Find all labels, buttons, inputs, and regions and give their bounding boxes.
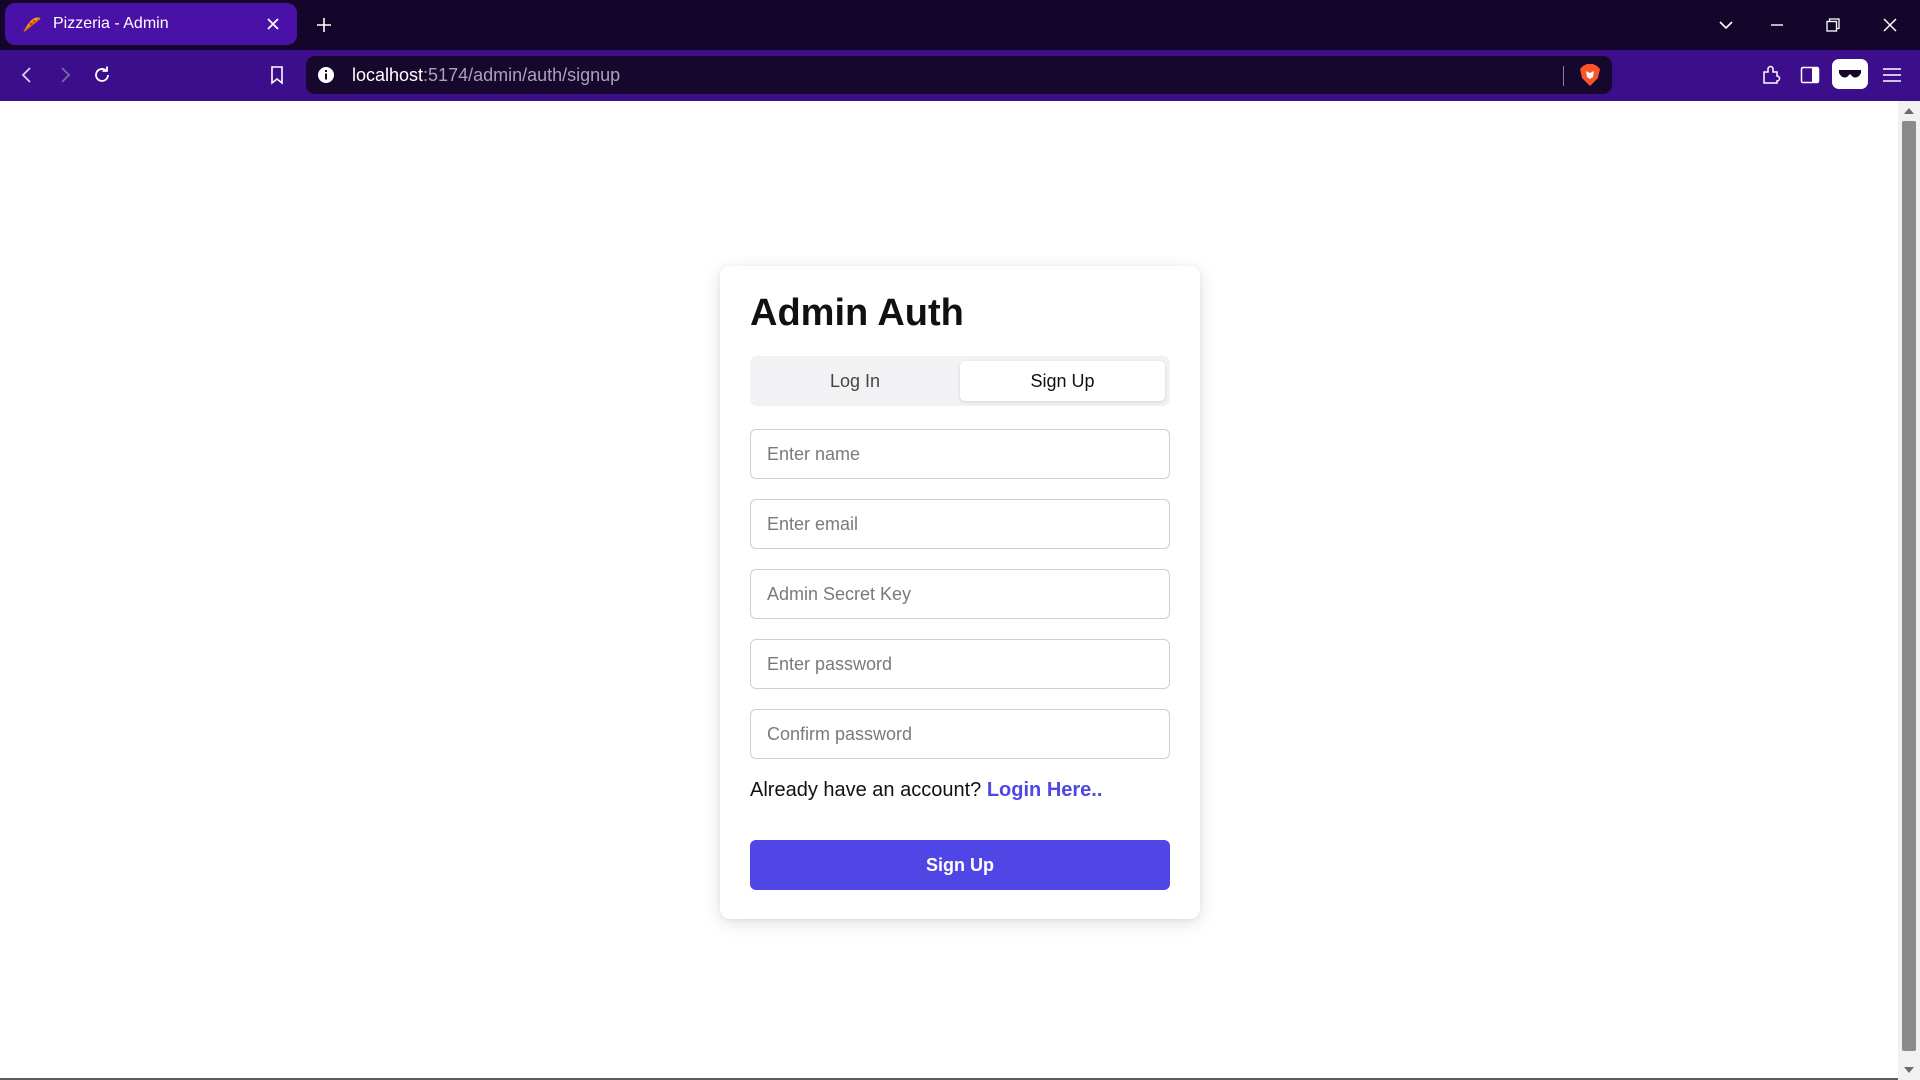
sidebar-icon[interactable] bbox=[1797, 62, 1823, 88]
login-prompt-text: Already have an account? bbox=[750, 779, 982, 801]
tab-sign-up[interactable]: Sign Up bbox=[960, 361, 1165, 401]
admin-secret-key-field[interactable] bbox=[750, 569, 1170, 619]
address-bar[interactable]: localhost:5174/admin/auth/signup bbox=[306, 56, 1612, 94]
scroll-up-arrow-icon[interactable] bbox=[1898, 101, 1920, 121]
url-path: :5174/admin/auth/signup bbox=[423, 64, 621, 85]
forward-icon[interactable] bbox=[52, 62, 78, 88]
brave-shield-icon[interactable] bbox=[1578, 63, 1602, 87]
close-window-icon[interactable] bbox=[1877, 12, 1903, 38]
browser-tab-active[interactable]: Pizzeria - Admin bbox=[5, 3, 297, 45]
chevron-down-icon[interactable] bbox=[1713, 12, 1739, 38]
close-icon[interactable] bbox=[263, 14, 283, 34]
page-scrollbar[interactable] bbox=[1898, 101, 1920, 1080]
url-host: localhost bbox=[352, 64, 424, 85]
bookmark-icon[interactable] bbox=[264, 62, 290, 88]
tab-log-in[interactable]: Log In bbox=[755, 361, 955, 401]
name-field[interactable] bbox=[750, 429, 1170, 479]
restore-icon[interactable] bbox=[1820, 12, 1846, 38]
url-text: localhost:5174/admin/auth/signup bbox=[352, 65, 620, 86]
minimize-icon[interactable] bbox=[1764, 12, 1790, 38]
tab-title: Pizzeria - Admin bbox=[53, 15, 169, 32]
extensions-icon[interactable] bbox=[1758, 62, 1784, 88]
scrollbar-thumb[interactable] bbox=[1902, 121, 1916, 1051]
omnibox-divider bbox=[1563, 66, 1564, 86]
scroll-down-arrow-icon[interactable] bbox=[1898, 1060, 1920, 1080]
back-icon[interactable] bbox=[14, 62, 40, 88]
plus-icon[interactable] bbox=[312, 13, 336, 37]
sign-up-button[interactable]: Sign Up bbox=[750, 840, 1170, 890]
browser-titlebar: Pizzeria - Admin bbox=[0, 0, 1920, 50]
pizza-favicon-icon bbox=[21, 13, 43, 35]
confirm-password-field[interactable] bbox=[750, 709, 1170, 759]
login-here-link[interactable]: Login Here.. bbox=[987, 779, 1103, 801]
info-icon[interactable] bbox=[316, 65, 336, 85]
wallet-icon[interactable] bbox=[1832, 59, 1868, 89]
admin-auth-card: Admin Auth Log In Sign Up Already have a… bbox=[720, 266, 1200, 919]
password-field[interactable] bbox=[750, 639, 1170, 689]
reload-icon[interactable] bbox=[89, 62, 115, 88]
menu-icon[interactable] bbox=[1879, 62, 1905, 88]
login-prompt: Already have an account? Login Here.. bbox=[750, 779, 1102, 802]
auth-tab-switcher: Log In Sign Up bbox=[750, 356, 1170, 406]
page-title: Admin Auth bbox=[750, 292, 964, 334]
browser-toolbar: localhost:5174/admin/auth/signup bbox=[0, 50, 1920, 101]
email-field[interactable] bbox=[750, 499, 1170, 549]
